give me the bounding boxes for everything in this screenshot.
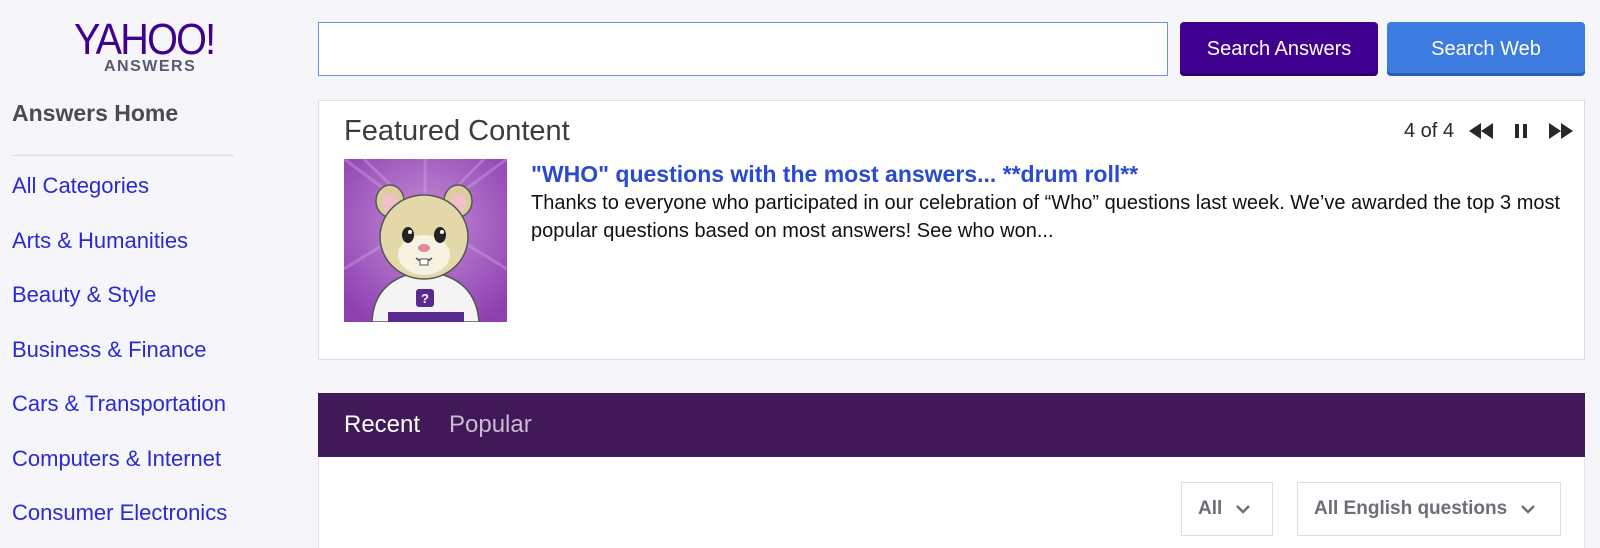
search-web-button[interactable]: Search Web [1387, 22, 1585, 76]
svg-text:?: ? [421, 291, 429, 306]
featured-hamster-thumbnail[interactable]: ? [343, 157, 508, 323]
questions-panel: All All English questions [318, 457, 1585, 548]
pager-count: 4 of 4 [1403, 119, 1454, 142]
yahoo-answers-logo[interactable]: YAHOO! ANSWERS [74, 18, 244, 80]
tab-popular[interactable]: Popular [449, 411, 532, 439]
featured-pager: 4 of 4 [1404, 119, 1576, 143]
category-arts-humanities[interactable]: Arts & Humanities [12, 227, 227, 282]
chevron-down-icon [1236, 498, 1251, 520]
language-filter-dropdown[interactable]: All English questions [1297, 482, 1561, 536]
sidebar-divider [12, 155, 234, 156]
type-filter-dropdown[interactable]: All [1181, 482, 1273, 536]
category-list: All Categories Arts & Humanities Beauty … [12, 172, 227, 548]
language-filter-value: All English questions [1314, 498, 1508, 519]
type-filter-value: All [1198, 498, 1223, 519]
featured-body-text: Thanks to everyone who participated in o… [531, 192, 1561, 242]
category-computers-internet[interactable]: Computers & Internet [12, 445, 227, 500]
logo-main-text: YAHOO! [74, 15, 216, 64]
search-input[interactable] [318, 22, 1168, 76]
logo-sub-text: ANSWERS [104, 58, 197, 75]
answers-home-link[interactable]: Answers Home [12, 100, 178, 127]
question-tabs: Recent Popular [318, 393, 1585, 457]
featured-content-card: Featured Content 4 of 4 ? "WHO" question… [318, 100, 1585, 360]
category-business-finance[interactable]: Business & Finance [12, 336, 227, 391]
rewind-icon[interactable] [1466, 119, 1496, 143]
featured-content-title: Featured Content [344, 115, 570, 147]
pause-icon[interactable] [1506, 119, 1536, 143]
category-beauty-style[interactable]: Beauty & Style [12, 281, 227, 336]
fast-forward-icon[interactable] [1546, 119, 1576, 143]
tab-recent[interactable]: Recent [344, 411, 420, 439]
chevron-down-icon [1521, 498, 1536, 520]
category-cars-transportation[interactable]: Cars & Transportation [12, 390, 227, 445]
category-all[interactable]: All Categories [12, 172, 227, 227]
featured-headline-link[interactable]: "WHO" questions with the most answers...… [531, 161, 1138, 188]
category-consumer-electronics[interactable]: Consumer Electronics [12, 499, 227, 548]
search-answers-button[interactable]: Search Answers [1180, 22, 1378, 76]
sidebar: YAHOO! ANSWERS Answers Home All Categori… [0, 0, 290, 548]
